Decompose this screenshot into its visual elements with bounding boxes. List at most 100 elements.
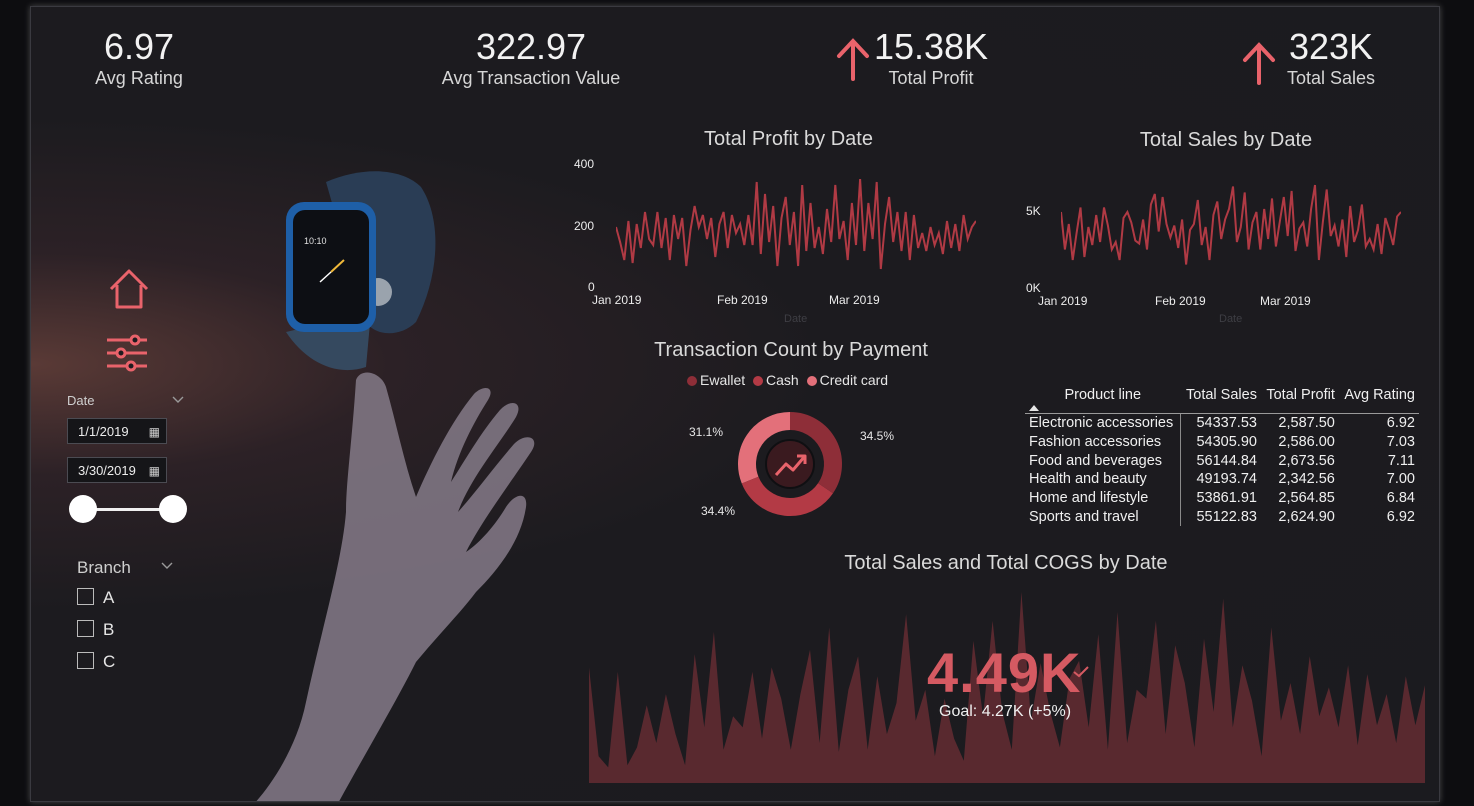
kpi-avg-rating: 6.97 Avg Rating <box>69 27 209 89</box>
payment-donut-chart <box>738 412 842 516</box>
table-cell: 6.84 <box>1386 490 1415 507</box>
legend-dot <box>753 376 764 386</box>
profit-y-tick: 200 <box>574 219 595 233</box>
table-cell: Sports and travel <box>1025 507 1182 527</box>
legend-dot <box>806 376 817 386</box>
table-row: Food and beverages 56144.84 2,673.56 7.1… <box>1025 451 1419 471</box>
table-cell: 49193.74 <box>1196 471 1257 488</box>
branch-option-c[interactable]: C <box>77 652 115 672</box>
date-range-start-handle[interactable] <box>69 495 97 523</box>
kpi-avg-transaction-label: Avg Transaction Value <box>441 68 621 88</box>
chevron-down-icon[interactable] <box>172 396 184 404</box>
header-avg-rating[interactable]: Avg Rating <box>1338 383 1419 414</box>
table-cell: 6.92 <box>1386 508 1415 525</box>
checkbox[interactable] <box>77 620 94 637</box>
header-total-profit[interactable]: Total Profit <box>1260 383 1339 414</box>
legend-ewallet: Ewallet <box>700 372 746 388</box>
table-row: Home and lifestyle 53861.91 2,564.85 6.8… <box>1025 488 1419 508</box>
table-cell: 7.11 <box>1387 452 1415 469</box>
profit-y-tick: 0 <box>588 280 595 294</box>
branch-option-a[interactable]: A <box>77 588 114 608</box>
sales-y-tick: 0K <box>1026 281 1041 295</box>
table-cell: Fashion accessories <box>1025 432 1182 452</box>
table-cell: 7.03 <box>1386 434 1415 451</box>
end-date-value: 3/30/2019 <box>78 463 136 478</box>
table-cell: 2,586.00 <box>1278 434 1335 451</box>
table-cell: Health and beauty <box>1025 470 1182 489</box>
table-row: Sports and travel 55122.83 2,624.90 6.92 <box>1025 507 1419 527</box>
table-header-row: Product line Total Sales Total Profit Av… <box>1025 383 1419 414</box>
calendar-icon[interactable]: ▦ <box>149 419 160 445</box>
table-cell: 2,564.85 <box>1278 490 1335 507</box>
sales-x-tick: Mar 2019 <box>1260 294 1311 308</box>
header-total-sales[interactable]: Total Sales <box>1180 383 1261 414</box>
profit-x-tick: Jan 2019 <box>592 293 642 307</box>
table-cell: 2,587.50 <box>1278 415 1335 432</box>
kpi-total-profit-value: 15.38K <box>873 26 989 67</box>
table-row: Electronic accessories 54337.53 2,587.50… <box>1025 413 1419 433</box>
branch-option-b[interactable]: B <box>77 620 114 640</box>
end-date-field[interactable]: 3/30/2019 ▦ <box>67 457 167 483</box>
sales-series-line <box>1061 184 1401 265</box>
calendar-icon[interactable]: ▦ <box>149 458 160 484</box>
kpi-avg-rating-label: Avg Rating <box>95 68 183 88</box>
table-cell: 2,624.90 <box>1278 508 1335 525</box>
svg-text:10:10: 10:10 <box>304 236 327 246</box>
kpi-total-sales-label: Total Sales <box>1286 68 1376 88</box>
table-cell: 7.00 <box>1386 471 1415 488</box>
sales-chart-title: Total Sales by Date <box>1139 129 1313 151</box>
payment-chart-title: Transaction Count by Payment <box>654 339 928 361</box>
sales-y-tick: 5K <box>1026 204 1041 218</box>
payment-label-credit-card: 31.1% <box>689 425 724 439</box>
table-cell: Electronic accessories <box>1025 413 1182 433</box>
cogs-chart-title: Total Sales and Total COGS by Date <box>844 552 1168 574</box>
gauge-goal-text: Goal: 4.27K (+5%) <box>939 703 1072 720</box>
table-cell: 54305.90 <box>1196 434 1257 451</box>
donut-center <box>765 439 815 489</box>
gauge-current-value: 4.49K <box>927 641 1082 704</box>
date-slicer-label: Date <box>67 393 95 408</box>
kpi-total-sales: 323K Total Sales <box>1271 27 1391 89</box>
table-cell: 54337.53 <box>1196 415 1257 432</box>
table-row: Health and beauty 49193.74 2,342.56 7.00 <box>1025 470 1419 489</box>
start-date-field[interactable]: 1/1/2019 ▦ <box>67 418 167 444</box>
payment-label-cash: 34.4% <box>701 504 736 518</box>
arrow-up-icon <box>837 38 869 81</box>
profit-x-tick: Mar 2019 <box>829 293 880 307</box>
profit-y-tick: 400 <box>574 157 595 171</box>
home-icon[interactable] <box>107 267 151 311</box>
profit-x-tick: Feb 2019 <box>717 293 768 307</box>
start-date-value: 1/1/2019 <box>78 424 129 439</box>
checkbox[interactable] <box>77 588 94 605</box>
chevron-down-icon[interactable] <box>161 562 173 570</box>
profit-chart-title: Total Profit by Date <box>704 128 873 150</box>
product-line-table: Product line Total Sales Total Profit Av… <box>1025 383 1419 527</box>
profit-series-line <box>616 178 976 270</box>
kpi-avg-rating-value: 6.97 <box>103 26 175 67</box>
branch-slicer-label: Branch <box>77 558 131 577</box>
payment-legend: Ewallet Cash Credit card <box>683 372 888 388</box>
sales-line-chart <box>1061 184 1401 265</box>
table-cell: Food and beverages <box>1025 451 1182 471</box>
legend-cash: Cash <box>766 372 799 388</box>
dashboard-canvas: 6.97 Avg Rating 322.97 Avg Transaction V… <box>30 6 1440 802</box>
header-product-line[interactable]: Product line <box>1025 383 1181 414</box>
date-range-end-handle[interactable] <box>159 495 187 523</box>
legend-dot <box>687 376 697 386</box>
table-cell: 53861.91 <box>1196 490 1257 507</box>
table-cell: 6.92 <box>1386 415 1415 432</box>
kpi-total-profit-label: Total Profit <box>888 68 974 88</box>
sales-x-axis-title: Date <box>1219 313 1243 325</box>
check-icon <box>1073 666 1089 678</box>
table-cell: 55122.83 <box>1196 508 1257 525</box>
profit-line-chart <box>616 178 976 270</box>
kpi-avg-transaction: 322.97 Avg Transaction Value <box>411 27 651 89</box>
sales-x-tick: Feb 2019 <box>1155 294 1206 308</box>
table-cell: 2,342.56 <box>1278 471 1335 488</box>
branch-option-label: B <box>103 620 115 639</box>
profit-x-axis-title: Date <box>784 313 808 325</box>
kpi-avg-transaction-value: 322.97 <box>475 26 587 67</box>
table-row: Fashion accessories 54305.90 2,586.00 7.… <box>1025 432 1419 452</box>
sliders-icon[interactable] <box>105 333 149 373</box>
checkbox[interactable] <box>77 652 94 669</box>
